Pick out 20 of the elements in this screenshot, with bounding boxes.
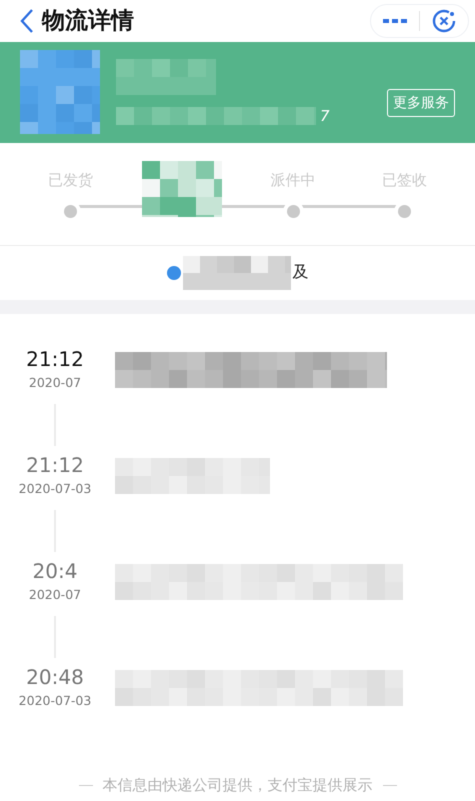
event-date: 2020-07-03 [18, 481, 92, 496]
more-icon[interactable] [383, 18, 407, 24]
event-time: 20:4 [32, 558, 78, 584]
stage-dot [398, 204, 411, 218]
courier-logo-icon [166, 266, 180, 280]
event-time: 21:12 [26, 452, 84, 478]
tracking-number-fragment: 7 [320, 107, 330, 126]
more-services-button[interactable]: 更多服务 [387, 88, 455, 117]
stage-dot [64, 204, 78, 218]
back-icon[interactable] [20, 8, 34, 34]
event-date: 2020-07-03 [18, 693, 92, 708]
stage-dot [286, 204, 300, 218]
event-time: 20:48 [26, 664, 84, 690]
event-time: 21:12 [26, 346, 84, 372]
page-title: 物流详情 [42, 7, 135, 36]
close-icon[interactable] [432, 8, 456, 33]
event-date: 2020-07 [28, 375, 82, 390]
source-note: 本信息由快递公司提供，支付宝提供展示 [102, 776, 372, 796]
courier-name-fragment: 及 [292, 262, 308, 284]
event-date: 2020-07 [28, 587, 82, 602]
